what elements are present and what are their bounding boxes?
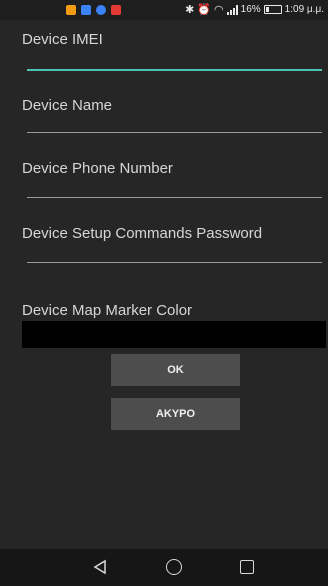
- name-input[interactable]: [27, 132, 322, 133]
- home-icon[interactable]: [166, 559, 182, 575]
- back-icon[interactable]: [92, 559, 108, 575]
- ok-button[interactable]: OK: [111, 354, 240, 386]
- signal-icon: [226, 4, 238, 15]
- password-label: Device Setup Commands Password: [22, 225, 263, 242]
- cancel-button[interactable]: AKYPO: [111, 398, 240, 430]
- clock: 1:09 μ.μ.: [284, 4, 324, 15]
- navigation-bar: [0, 549, 328, 586]
- phone-label: Device Phone Number: [22, 160, 173, 177]
- notification-icons: [66, 5, 121, 15]
- app-notification-icon: [66, 5, 76, 15]
- phone-input[interactable]: [27, 197, 322, 198]
- video-notification-icon: [111, 5, 121, 15]
- bluetooth-icon: ✱: [185, 4, 195, 16]
- battery-icon: [263, 5, 282, 14]
- name-label: Device Name: [22, 97, 113, 114]
- alarm-icon: ⏰: [197, 4, 212, 16]
- app-notification-icon: [81, 5, 91, 15]
- color-label: Device Map Marker Color: [22, 302, 193, 319]
- imei-input[interactable]: [27, 69, 322, 71]
- wifi-icon: ◠: [214, 4, 224, 16]
- system-icons: ✱ ⏰ ◠ 16% 1:09 μ.μ.: [185, 3, 324, 16]
- chat-notification-icon: [96, 5, 106, 15]
- battery-percent: 16%: [240, 4, 261, 15]
- status-bar: ✱ ⏰ ◠ 16% 1:09 μ.μ.: [0, 0, 328, 20]
- password-input[interactable]: [27, 262, 322, 263]
- marker-color-picker[interactable]: [22, 321, 326, 348]
- recent-apps-icon[interactable]: [240, 560, 254, 574]
- imei-label: Device IMEI: [22, 31, 103, 48]
